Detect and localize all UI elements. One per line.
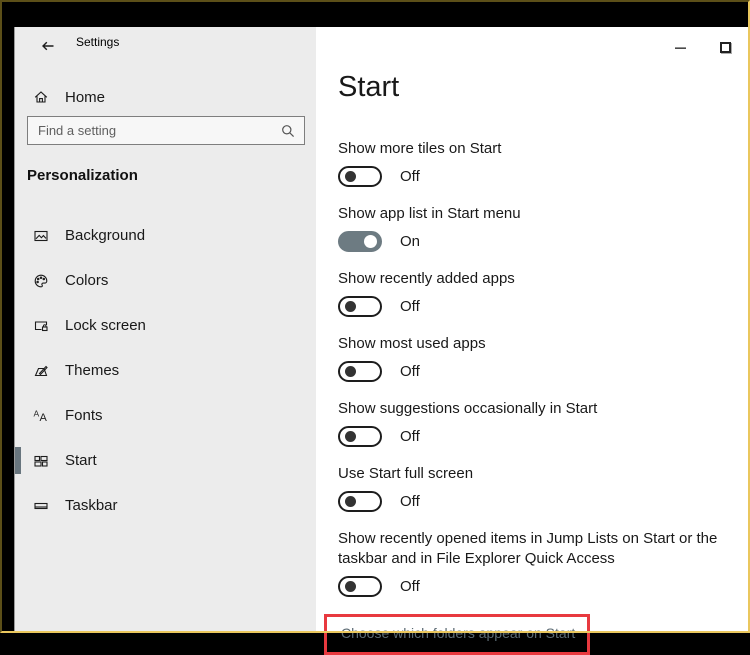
setting-recently-added: Show recently added apps Off [338,269,750,317]
toggle-show-more-tiles[interactable] [338,166,382,187]
themes-brush-icon [33,363,49,379]
window-controls [658,33,748,62]
sidebar-item-label: Themes [65,362,119,379]
setting-label: Use Start full screen [338,464,746,484]
toggle-state-label: Off [400,578,420,595]
palette-icon [33,273,49,289]
app-title: Settings [76,35,119,49]
toggle-jump-lists[interactable] [338,576,382,597]
setting-label: Show recently added apps [338,269,746,289]
sidebar-item-label: Taskbar [65,497,118,514]
back-button[interactable] [35,33,61,59]
setting-label: Show app list in Start menu [338,204,746,224]
fonts-aa-icon: A A [33,408,49,424]
toggle-recently-added[interactable] [338,296,382,317]
toggle-knob [364,235,377,248]
toggle-full-screen[interactable] [338,491,382,512]
toggle-state-label: Off [400,363,420,380]
toggle-state-label: Off [400,493,420,510]
toggle-state-label: Off [400,298,420,315]
sidebar-item-home[interactable]: Home [15,79,316,115]
sidebar-item-label: Lock screen [65,317,146,334]
toggle-knob [345,496,356,507]
search-box[interactable] [27,116,305,145]
toggle-most-used[interactable] [338,361,382,382]
sidebar: Settings Home Personalization [15,27,316,631]
red-highlight-box: Choose which folders appear on Start [324,614,590,655]
setting-label: Show more tiles on Start [338,139,746,159]
home-icon [33,89,49,105]
setting-label: Show most used apps [338,334,746,354]
toggle-knob [345,171,356,182]
setting-suggestions: Show suggestions occasionally in Start O… [338,399,750,447]
selection-indicator [15,447,21,474]
sidebar-titlebar: Settings [15,27,316,72]
back-arrow-icon [40,38,56,54]
taskbar-icon [33,498,49,514]
toggle-show-app-list[interactable] [338,231,382,252]
maximize-icon [720,42,731,53]
minimize-button[interactable] [658,33,703,62]
setting-jump-lists: Show recently opened items in Jump Lists… [338,529,750,597]
settings-window: Settings Home Personalization [14,27,748,631]
setting-most-used: Show most used apps Off [338,334,750,382]
sidebar-item-background[interactable]: Background [15,213,316,258]
toggle-knob [345,431,356,442]
start-tiles-icon [33,453,49,469]
sidebar-item-label: Home [65,89,105,106]
toggle-knob [345,301,356,312]
sidebar-item-taskbar[interactable]: Taskbar [15,483,316,528]
sidebar-item-fonts[interactable]: A A Fonts [15,393,316,438]
sidebar-item-label: Background [65,227,145,244]
choose-folders-link[interactable]: Choose which folders appear on Start [341,625,575,641]
sidebar-item-label: Fonts [65,407,103,424]
image-icon [33,228,49,244]
sidebar-nav-list: Background Colors [15,213,316,528]
toggle-knob [345,366,356,377]
lock-screen-icon [33,318,49,334]
sidebar-item-label: Start [65,452,97,469]
search-icon [280,123,296,139]
main-pane: Start Show more tiles on Start Off Show … [316,27,748,631]
setting-full-screen: Use Start full screen Off [338,464,750,512]
toggle-suggestions[interactable] [338,426,382,447]
search-input[interactable] [38,123,280,138]
sidebar-item-themes[interactable]: Themes [15,348,316,393]
setting-show-more-tiles: Show more tiles on Start Off [338,139,750,187]
sidebar-item-lock-screen[interactable]: Lock screen [15,303,316,348]
setting-label: Show suggestions occasionally in Start [338,399,746,419]
section-title-personalization: Personalization [27,167,138,184]
svg-text:A: A [40,412,48,424]
settings-groups: Show more tiles on Start Off Show app li… [338,139,750,655]
sidebar-item-start[interactable]: Start [15,438,316,483]
maximize-button[interactable] [703,33,748,62]
toggle-state-label: On [400,233,420,250]
toggle-state-label: Off [400,428,420,445]
toggle-state-label: Off [400,168,420,185]
sidebar-item-colors[interactable]: Colors [15,258,316,303]
minimize-icon [675,47,686,49]
setting-show-app-list: Show app list in Start menu On [338,204,750,252]
sidebar-item-label: Colors [65,272,108,289]
page-title: Start [338,71,399,104]
setting-label: Show recently opened items in Jump Lists… [338,529,746,569]
toggle-knob [345,581,356,592]
